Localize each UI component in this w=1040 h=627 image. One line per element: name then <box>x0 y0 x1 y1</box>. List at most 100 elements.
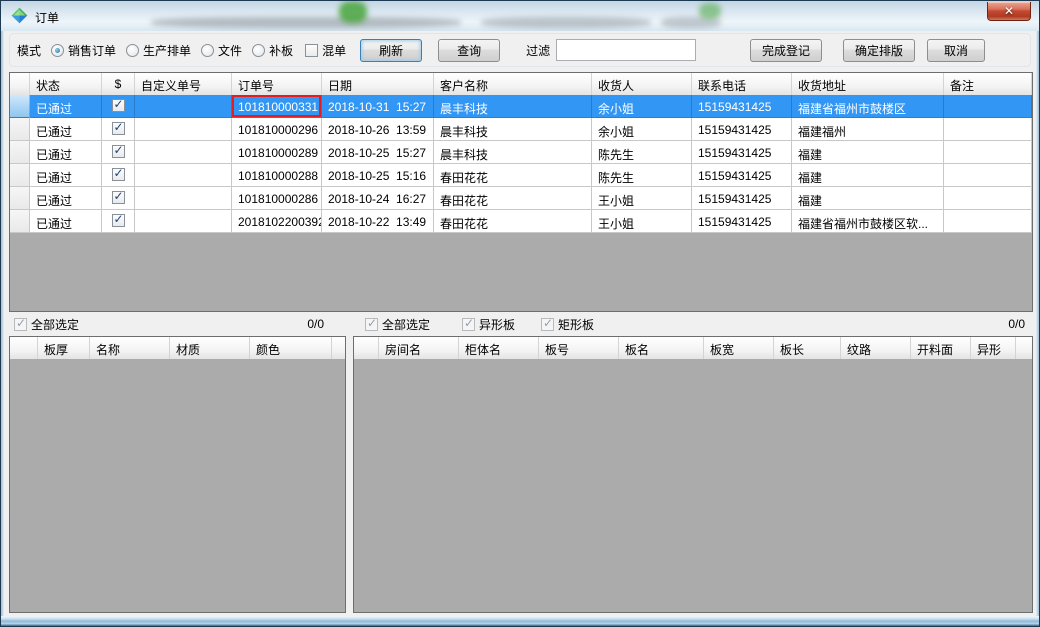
cell-order-no: 101810000286 <box>232 187 322 210</box>
boards-detail-column-header-1[interactable]: 柜体名 <box>459 337 539 359</box>
boards-summary-column-header-3[interactable]: 颜色 <box>250 337 332 359</box>
toolbar: 模式 销售订单 生产排单 文件 补板 混单 刷新 查询 <box>9 33 1031 67</box>
boards-detail-column-header-0[interactable]: 房间名 <box>379 337 459 359</box>
row-selector-cell[interactable] <box>10 95 30 118</box>
boards-detail-column-header-5[interactable]: 板长 <box>774 337 841 359</box>
mode-radio-file[interactable]: 文件 <box>201 42 242 59</box>
right-selection-strip: 全部选定 异形板 矩形板 0/0 <box>353 314 1033 334</box>
cell-address: 福建 <box>792 164 944 187</box>
checkbox-icon <box>112 214 125 227</box>
column-header-date[interactable]: 日期 <box>322 73 434 95</box>
boards-detail-column-header-4[interactable]: 板宽 <box>704 337 774 359</box>
cell-phone: 15159431425 <box>692 95 792 118</box>
right-count: 0/0 <box>1008 317 1025 331</box>
cell-address: 福建福州 <box>792 118 944 141</box>
order-row[interactable]: 已通过201810220039252018-10-22 13:49春田花花王小姐… <box>10 210 1032 233</box>
column-header-dollar[interactable]: $ <box>102 73 135 95</box>
order-row[interactable]: 已通过1018100003312018-10-31 15:27晨丰科技余小姐15… <box>10 95 1032 118</box>
cell-consignee: 陈先生 <box>592 141 692 164</box>
checkbox-icon <box>112 145 125 158</box>
cell-date: 2018-10-26 13:59 <box>322 118 434 141</box>
mode-radio-sales[interactable]: 销售订单 <box>51 42 116 59</box>
filter-label: 过滤 <box>526 42 550 59</box>
cell-remark <box>944 210 1032 233</box>
mode-radio-label: 销售订单 <box>68 42 116 59</box>
row-checkbox-cell[interactable] <box>102 210 135 233</box>
cell-customer: 晨丰科技 <box>434 95 592 118</box>
rect-board-checkbox[interactable]: 矩形板 <box>541 316 594 333</box>
checkbox-icon <box>112 122 125 135</box>
checkbox-icon <box>365 318 378 331</box>
cell-consignee: 余小姐 <box>592 95 692 118</box>
column-header-customer[interactable]: 客户名称 <box>434 73 592 95</box>
row-selector-cell[interactable] <box>10 187 30 210</box>
cell-phone: 15159431425 <box>692 210 792 233</box>
row-selector-cell[interactable] <box>10 118 30 141</box>
cell-custom-no <box>135 164 232 187</box>
cell-remark <box>944 95 1032 118</box>
window-frame-right <box>1036 31 1039 616</box>
left-select-all-checkbox[interactable]: 全部选定 <box>14 316 79 333</box>
checkbox-icon <box>541 318 554 331</box>
column-header-status[interactable]: 状态 <box>30 73 102 95</box>
column-header-consignee[interactable]: 收货人 <box>592 73 692 95</box>
cell-consignee: 陈先生 <box>592 164 692 187</box>
checkbox-icon <box>462 318 475 331</box>
boards-detail-column-header-7[interactable]: 开料面 <box>911 337 971 359</box>
row-checkbox-cell[interactable] <box>102 95 135 118</box>
special-board-checkbox[interactable]: 异形板 <box>462 316 515 333</box>
column-header-remark[interactable]: 备注 <box>944 73 1032 95</box>
boards-detail-row-selector-header <box>354 337 379 359</box>
boards-detail-column-header-6[interactable]: 纹路 <box>841 337 911 359</box>
confirm-layout-button[interactable]: 确定排版 <box>843 39 915 62</box>
boards-summary-column-header-0[interactable]: 板厚 <box>38 337 90 359</box>
mixed-checkbox-label: 混单 <box>322 42 346 59</box>
refresh-button[interactable]: 刷新 <box>360 39 422 62</box>
cancel-button[interactable]: 取消 <box>927 39 985 62</box>
column-header-address[interactable]: 收货地址 <box>792 73 944 95</box>
filter-input[interactable] <box>556 39 696 61</box>
row-checkbox-cell[interactable] <box>102 164 135 187</box>
mode-radio-production[interactable]: 生产排单 <box>126 42 191 59</box>
column-header-phone[interactable]: 联系电话 <box>692 73 792 95</box>
row-selector-cell[interactable] <box>10 164 30 187</box>
cell-address: 福建 <box>792 141 944 164</box>
cell-custom-no <box>135 187 232 210</box>
row-checkbox-cell[interactable] <box>102 118 135 141</box>
order-row[interactable]: 已通过1018100002962018-10-26 13:59晨丰科技余小姐15… <box>10 118 1032 141</box>
column-header-order-no[interactable]: 订单号 <box>232 73 322 95</box>
order-row[interactable]: 已通过1018100002862018-10-24 16:27春田花花王小姐15… <box>10 187 1032 210</box>
highlighted-order-no-cell: 101810000331 <box>232 95 322 118</box>
mode-radio-patch[interactable]: 补板 <box>252 42 293 59</box>
cell-consignee: 王小姐 <box>592 187 692 210</box>
boards-detail-column-header-8[interactable]: 异形 <box>971 337 1016 359</box>
cell-remark <box>944 187 1032 210</box>
mode-radio-label: 补板 <box>269 42 293 59</box>
checkbox-icon <box>112 99 125 112</box>
row-checkbox-cell[interactable] <box>102 187 135 210</box>
cell-remark <box>944 164 1032 187</box>
boards-summary-column-header-2[interactable]: 材质 <box>170 337 250 359</box>
column-header-custom-no[interactable]: 自定义单号 <box>135 73 232 95</box>
order-row[interactable]: 已通过1018100002882018-10-25 15:16春田花花陈先生15… <box>10 164 1032 187</box>
client-area: 模式 销售订单 生产排单 文件 补板 混单 刷新 查询 <box>4 31 1036 616</box>
cell-address: 福建省福州市鼓楼区 <box>792 95 944 118</box>
row-selector-cell[interactable] <box>10 210 30 233</box>
order-row[interactable]: 已通过1018100002892018-10-25 15:27晨丰科技陈先生15… <box>10 141 1032 164</box>
close-button[interactable]: ✕ <box>987 2 1031 21</box>
cell-status: 已通过 <box>30 141 102 164</box>
row-checkbox-cell[interactable] <box>102 141 135 164</box>
boards-detail-column-header-3[interactable]: 板名 <box>619 337 704 359</box>
boards-summary-column-header-1[interactable]: 名称 <box>90 337 170 359</box>
right-select-all-checkbox[interactable]: 全部选定 <box>365 316 430 333</box>
orders-header-row: 状态$自定义单号订单号日期客户名称收货人联系电话收货地址备注 <box>10 73 1032 95</box>
radio-icon <box>126 44 139 57</box>
left-select-all-label: 全部选定 <box>31 316 79 333</box>
boards-detail-column-header-2[interactable]: 板号 <box>539 337 619 359</box>
finish-register-button[interactable]: 完成登记 <box>750 39 822 62</box>
cell-status: 已通过 <box>30 118 102 141</box>
query-button[interactable]: 查询 <box>438 39 500 62</box>
row-selector-cell[interactable] <box>10 141 30 164</box>
mixed-checkbox[interactable]: 混单 <box>305 42 346 59</box>
cell-customer: 晨丰科技 <box>434 118 592 141</box>
